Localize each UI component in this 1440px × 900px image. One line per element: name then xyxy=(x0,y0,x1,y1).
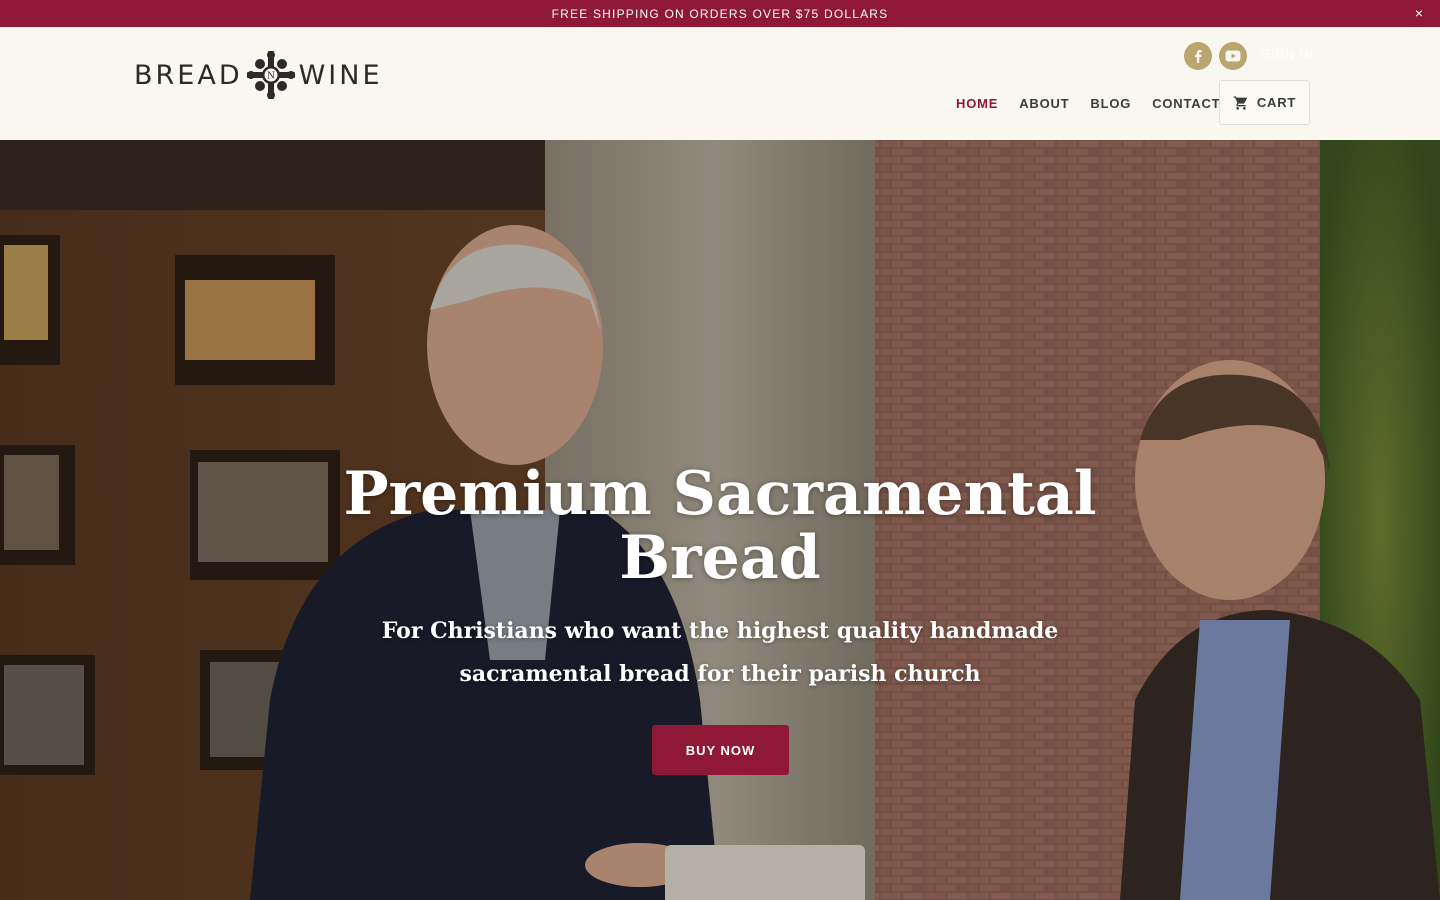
facebook-glyph-icon xyxy=(1195,50,1202,63)
logo-word-bread: BREAD xyxy=(134,59,243,91)
hero-subtitle-line1: For Christians who want the highest qual… xyxy=(381,618,1059,644)
main-nav: HOME ABOUT BLOG CONTACT xyxy=(956,96,1220,111)
cross-logo-icon: N xyxy=(246,51,295,99)
hero-subtitle: For Christians who want the highest qual… xyxy=(370,610,1070,696)
youtube-icon[interactable] xyxy=(1219,42,1247,70)
nav-item-contact[interactable]: CONTACT xyxy=(1152,96,1220,111)
close-icon[interactable]: × xyxy=(1410,4,1428,22)
hero-content: Premium Sacramental Bread For Christians… xyxy=(0,140,1440,900)
announcement-bar: FREE SHIPPING ON ORDERS OVER $75 DOLLARS… xyxy=(0,0,1440,27)
nav-item-blog[interactable]: BLOG xyxy=(1090,96,1131,111)
facebook-icon[interactable] xyxy=(1184,42,1212,70)
nav-item-home[interactable]: HOME xyxy=(956,96,998,111)
cart-button[interactable]: CART xyxy=(1219,80,1310,125)
cart-label: CART xyxy=(1256,95,1297,110)
youtube-glyph-icon xyxy=(1225,50,1241,62)
nav-item-about[interactable]: ABOUT xyxy=(1019,96,1069,111)
sign-in-link[interactable]: SIGN IN xyxy=(1262,47,1314,61)
hero-subtitle-line2: sacramental bread for their parish churc… xyxy=(459,661,981,687)
site-logo[interactable]: BREAD N WINE xyxy=(134,49,383,101)
hero-section: Premium Sacramental Bread For Christians… xyxy=(0,140,1440,900)
hero-title-line1: Premium Sacramental xyxy=(343,459,1097,529)
hero-title-line2: Bread xyxy=(619,523,821,593)
site-header: BREAD N WINE SIGN IN HOME ABOUT BLOG CON… xyxy=(0,27,1440,140)
logo-word-wine: WINE xyxy=(298,59,383,91)
svg-text:N: N xyxy=(267,72,275,82)
cart-icon xyxy=(1233,95,1247,110)
announcement-text: FREE SHIPPING ON ORDERS OVER $75 DOLLARS xyxy=(551,6,889,21)
buy-now-button[interactable]: BUY NOW xyxy=(652,725,789,775)
hero-title: Premium Sacramental Bread xyxy=(320,462,1120,590)
social-links xyxy=(1184,42,1247,70)
